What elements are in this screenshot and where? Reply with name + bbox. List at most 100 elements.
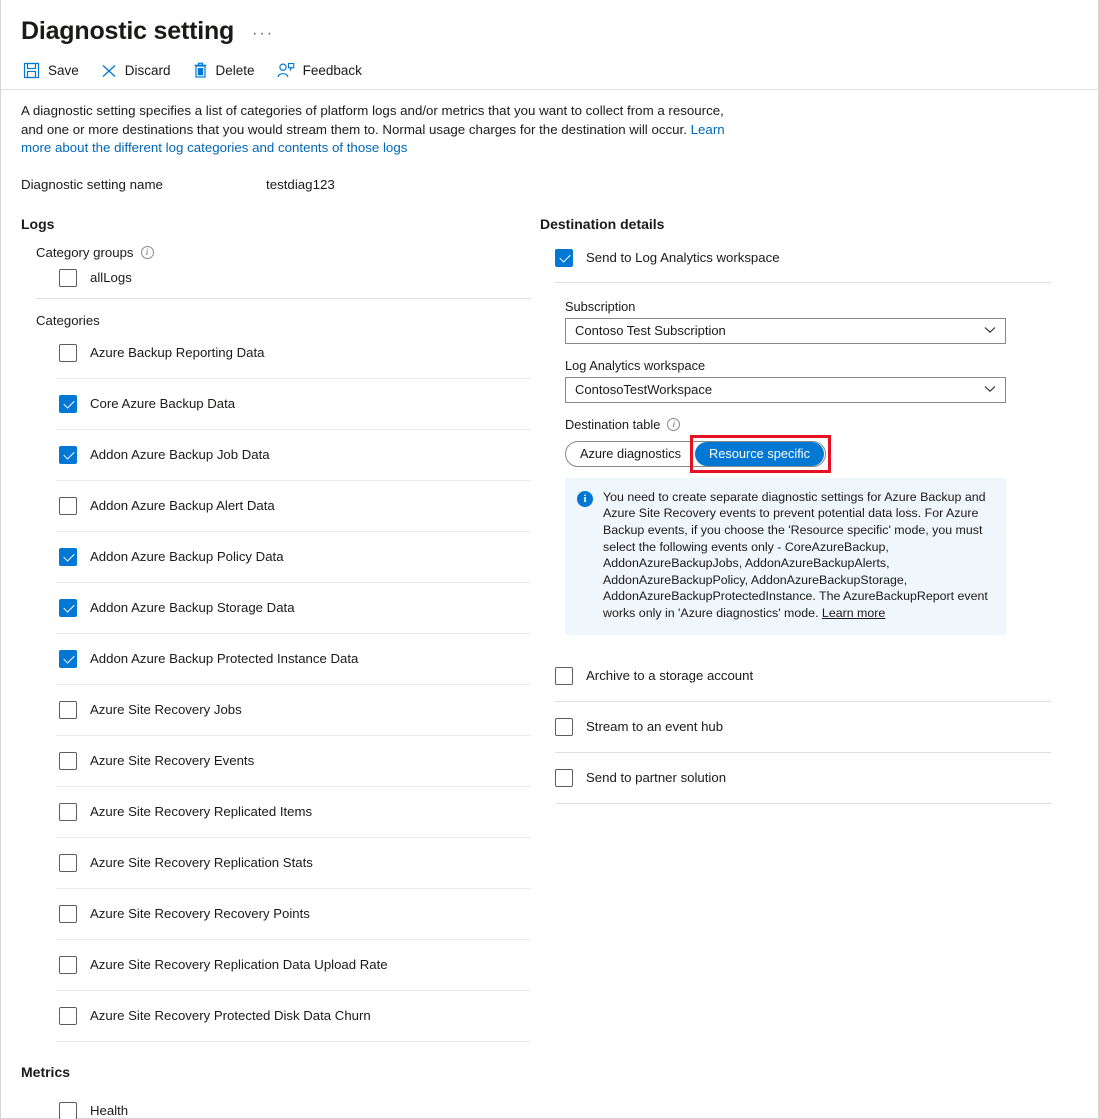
checkbox-label: Addon Azure Backup Storage Data [90, 600, 295, 616]
info-icon: i [577, 490, 593, 507]
category-row[interactable]: Azure Site Recovery Replicated Items [21, 787, 531, 837]
trash-icon [193, 62, 208, 79]
category-row[interactable]: Azure Site Recovery Recovery Points [21, 889, 531, 939]
callout-message: You need to create separate diagnostic s… [603, 489, 988, 620]
destination-option-row[interactable]: Stream to an event hub [540, 702, 1051, 752]
discard-button[interactable]: Discard [101, 56, 171, 86]
destination-option-row[interactable]: Send to partner solution [540, 753, 1051, 803]
checkbox[interactable] [59, 955, 77, 974]
destination-table-info-icon[interactable]: i [667, 417, 681, 431]
checkbox[interactable] [555, 717, 573, 736]
category-row[interactable]: Azure Site Recovery Events [21, 736, 531, 786]
destination-section-title: Destination details [540, 215, 665, 232]
category-row[interactable]: Azure Site Recovery Protected Disk Data … [21, 991, 531, 1041]
feedback-button[interactable]: Feedback [277, 56, 362, 86]
diagnostic-setting-name-label: Diagnostic setting name [21, 176, 163, 192]
subscription-dropdown[interactable]: Contoso Test Subscription [565, 317, 1006, 344]
subscription-field: Subscription Contoso Test Subscription [540, 299, 1051, 344]
workspace-dropdown[interactable]: ContosoTestWorkspace [565, 376, 1006, 403]
destination-table-field: Destination table i Azure diagnostics Re… [540, 417, 1051, 635]
workspace-value: ContosoTestWorkspace [575, 382, 713, 398]
divider [555, 281, 1051, 283]
callout-text-block: You need to create separate diagnostic s… [603, 489, 992, 622]
more-options-icon[interactable]: ··· [252, 26, 274, 42]
callout-learn-more-link[interactable]: Learn more [822, 606, 885, 620]
checkbox[interactable] [59, 802, 77, 821]
toggle-option-resource-specific[interactable]: Resource specific [695, 441, 825, 466]
content-columns: Logs Category groups i allLogs Categorie… [1, 192, 1098, 1119]
checkbox[interactable] [555, 666, 573, 685]
discard-label: Discard [124, 63, 171, 78]
checkbox[interactable] [59, 394, 77, 413]
destination-table-toggle[interactable]: Azure diagnostics Resource specific [565, 440, 827, 467]
checkbox[interactable] [59, 1101, 77, 1119]
send-to-log-analytics-checkbox[interactable] [555, 248, 573, 267]
checkbox-label: Stream to an event hub [586, 719, 724, 735]
info-callout: i You need to create separate diagnostic… [565, 477, 1006, 635]
checkbox-label: Addon Azure Backup Alert Data [90, 498, 275, 514]
chevron-down-icon [984, 322, 996, 337]
category-row[interactable]: Azure Site Recovery Replication Data Upl… [21, 940, 531, 990]
destination-option-row[interactable]: Archive to a storage account [540, 651, 1051, 701]
divider [36, 297, 531, 299]
metrics-list: Health [21, 1093, 531, 1119]
checkbox-label: Addon Azure Backup Protected Instance Da… [90, 651, 359, 667]
checkbox[interactable] [59, 904, 77, 923]
category-groups-label: Category groups [36, 244, 134, 260]
checkbox[interactable] [59, 268, 77, 287]
category-groups-label-row: Category groups i [36, 245, 531, 260]
checkbox[interactable] [555, 768, 573, 787]
category-row[interactable]: Azure Backup Reporting Data [21, 328, 531, 378]
send-to-log-analytics-checkbox-row[interactable]: Send to Log Analytics workspace [540, 245, 1051, 271]
checkbox-label: allLogs [90, 270, 132, 286]
metrics-section-title: Metrics [21, 1063, 71, 1080]
row-divider [555, 802, 1051, 804]
save-button[interactable]: Save [23, 56, 79, 86]
checkbox[interactable] [59, 649, 77, 668]
category-row[interactable]: Azure Site Recovery Jobs [21, 685, 531, 735]
category-group-row[interactable]: allLogs [21, 260, 531, 296]
checkbox[interactable] [59, 700, 77, 719]
diagnostic-setting-name-value: testdiag123 [266, 176, 335, 192]
save-icon [23, 62, 40, 79]
command-bar: Save Discard Delete Feedback [1, 52, 1098, 90]
category-row[interactable]: Addon Azure Backup Policy Data [21, 532, 531, 582]
checkbox[interactable] [59, 598, 77, 617]
category-row[interactable]: Core Azure Backup Data [21, 379, 531, 429]
category-row[interactable]: Addon Azure Backup Protected Instance Da… [21, 634, 531, 684]
checkbox[interactable] [59, 496, 77, 515]
description-text: A diagnostic setting specifies a list of… [21, 103, 724, 137]
checkbox[interactable] [59, 547, 77, 566]
destination-options-list: Archive to a storage account Stream to an… [540, 651, 1051, 804]
checkbox[interactable] [59, 343, 77, 362]
category-row[interactable]: Addon Azure Backup Alert Data [21, 481, 531, 531]
feedback-label: Feedback [302, 63, 362, 78]
checkbox-label: Azure Site Recovery Replication Data Upl… [90, 957, 388, 973]
destination-table-toggle-wrap: Azure diagnostics Resource specific [565, 434, 831, 473]
metric-row[interactable]: Health [21, 1093, 531, 1119]
categories-label: Categories [36, 312, 100, 328]
checkbox[interactable] [59, 751, 77, 770]
category-groups-info-icon[interactable]: i [140, 245, 154, 259]
checkbox-label: Azure Site Recovery Replicated Items [90, 804, 313, 820]
checkbox-label: Addon Azure Backup Job Data [90, 447, 270, 463]
checkbox[interactable] [59, 1006, 77, 1025]
category-row[interactable]: Addon Azure Backup Storage Data [21, 583, 531, 633]
save-label: Save [48, 63, 79, 78]
subscription-label: Subscription [565, 298, 636, 314]
checkbox-label: Azure Site Recovery Replication Stats [90, 855, 313, 871]
category-row[interactable]: Azure Site Recovery Replication Stats [21, 838, 531, 888]
diagnostic-setting-blade: Diagnostic setting ··· Save Discard Dele… [0, 0, 1099, 1119]
destination-table-label: Destination table [565, 416, 661, 432]
workspace-field: Log Analytics workspace ContosoTestWorks… [540, 358, 1051, 403]
checkbox-label: Core Azure Backup Data [90, 396, 236, 412]
chevron-down-icon [984, 381, 996, 396]
category-row[interactable]: Addon Azure Backup Job Data [21, 430, 531, 480]
page-title: Diagnostic setting [21, 17, 235, 45]
checkbox[interactable] [59, 445, 77, 464]
delete-button[interactable]: Delete [193, 56, 255, 86]
checkbox[interactable] [59, 853, 77, 872]
subscription-value: Contoso Test Subscription [575, 323, 726, 339]
destination-table-label-row: Destination table i [565, 417, 1006, 432]
toggle-option-azure-diagnostics[interactable]: Azure diagnostics [566, 442, 695, 466]
